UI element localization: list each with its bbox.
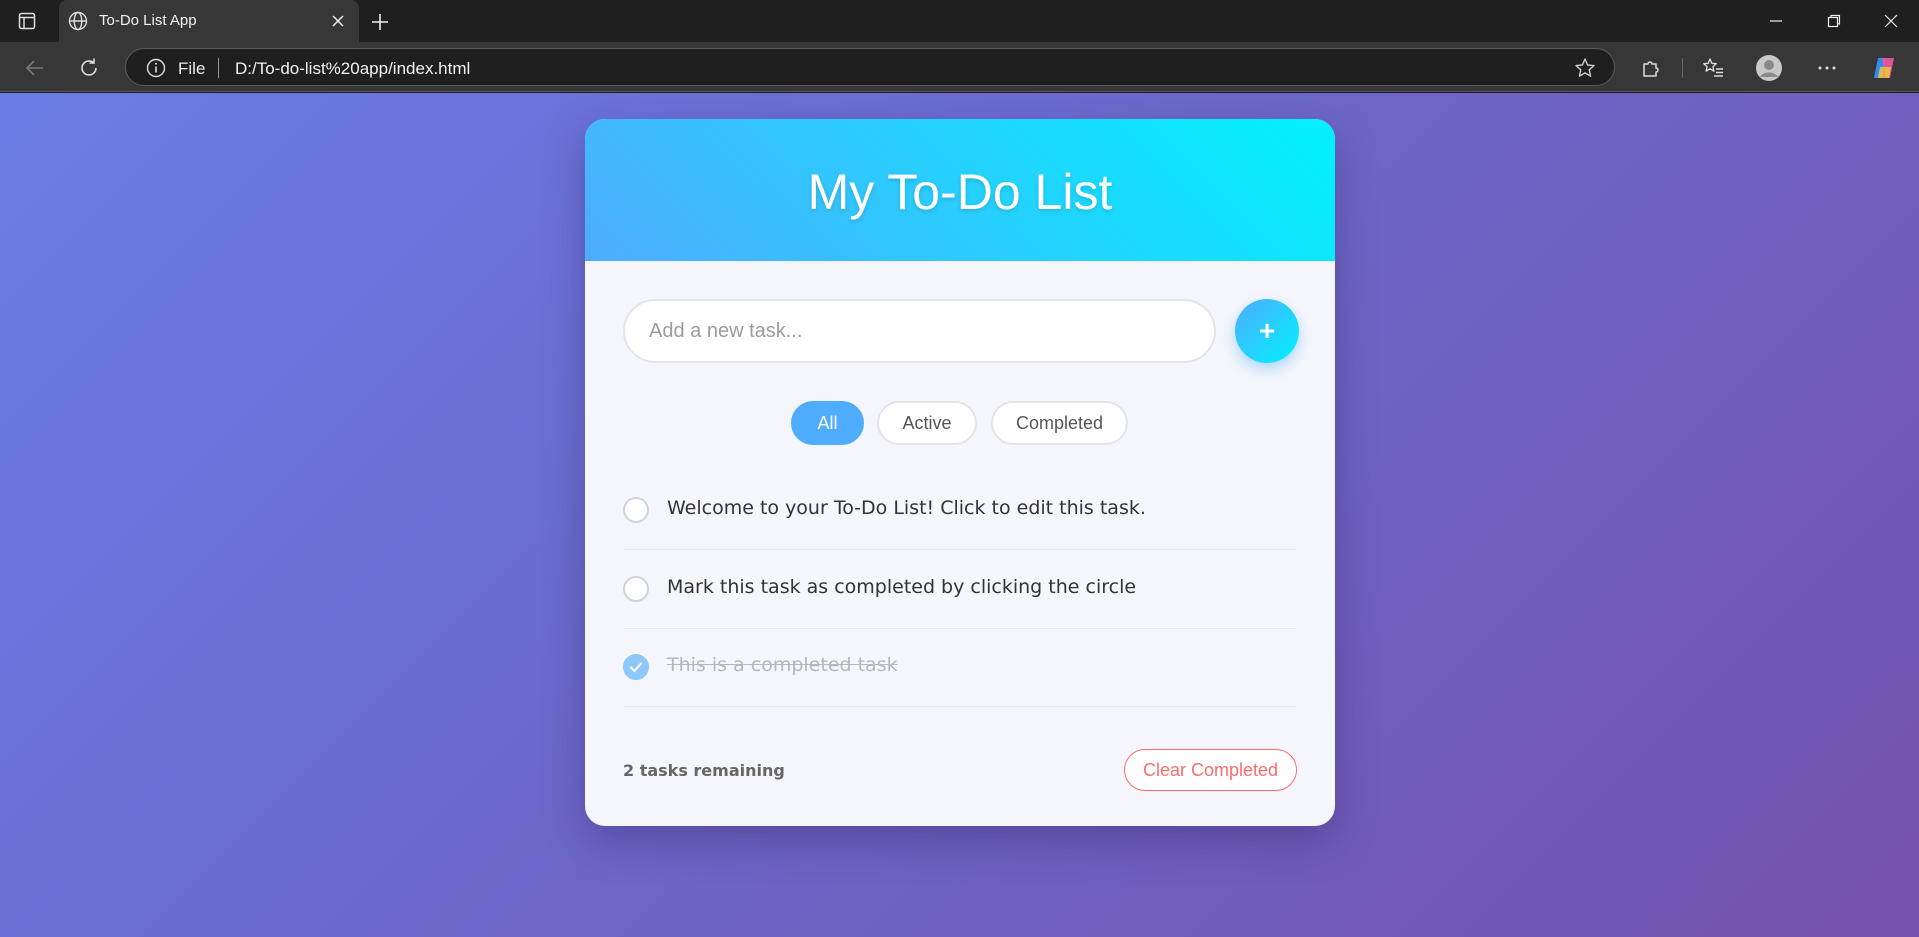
toolbar-separator bbox=[1682, 58, 1683, 78]
todo-card: My To-Do List + All Active Completed Wel… bbox=[585, 119, 1335, 826]
close-window-icon[interactable] bbox=[1876, 8, 1906, 34]
page-viewport: My To-Do List + All Active Completed Wel… bbox=[0, 93, 1919, 937]
info-icon[interactable] bbox=[146, 58, 166, 78]
task-checkbox[interactable] bbox=[623, 576, 649, 602]
address-bar[interactable]: File D:/To-do-list%20app/index.html bbox=[125, 48, 1615, 86]
restore-icon[interactable] bbox=[1819, 8, 1849, 34]
add-task-button[interactable]: + bbox=[1235, 299, 1299, 363]
tab-actions-icon[interactable] bbox=[16, 10, 38, 32]
task-item[interactable]: Mark this task as completed by clicking … bbox=[623, 551, 1297, 629]
clear-completed-button[interactable]: Clear Completed bbox=[1124, 749, 1297, 791]
browser-toolbar: File D:/To-do-list%20app/index.html bbox=[0, 42, 1919, 92]
address-separator bbox=[218, 58, 219, 78]
filter-all-button[interactable]: All bbox=[791, 401, 864, 445]
new-tab-icon[interactable] bbox=[368, 10, 392, 34]
close-tab-icon[interactable] bbox=[327, 10, 349, 32]
tab-title: To-Do List App bbox=[99, 12, 197, 29]
address-scheme: File bbox=[178, 59, 206, 78]
refresh-icon[interactable] bbox=[75, 54, 103, 82]
more-menu-icon[interactable] bbox=[1813, 54, 1841, 82]
favorites-icon[interactable] bbox=[1699, 54, 1727, 82]
copilot-icon[interactable] bbox=[1870, 54, 1898, 82]
globe-icon bbox=[67, 10, 89, 32]
extensions-icon[interactable] bbox=[1637, 54, 1665, 82]
minimize-icon[interactable] bbox=[1761, 8, 1791, 34]
card-header: My To-Do List bbox=[585, 119, 1335, 261]
filter-completed-button[interactable]: Completed bbox=[991, 401, 1128, 445]
task-item[interactable]: This is a completed task bbox=[623, 629, 1297, 707]
task-text[interactable]: Mark this task as completed by clicking … bbox=[667, 576, 1136, 598]
back-icon[interactable] bbox=[21, 54, 49, 82]
page-title: My To-Do List bbox=[807, 164, 1113, 220]
checkmark-icon bbox=[630, 662, 642, 672]
new-task-input[interactable] bbox=[623, 299, 1216, 363]
profile-avatar-icon[interactable] bbox=[1755, 54, 1783, 82]
browser-titlebar: To-Do List App bbox=[0, 0, 1919, 42]
task-text[interactable]: Welcome to your To-Do List! Click to edi… bbox=[667, 497, 1146, 519]
task-item[interactable]: Welcome to your To-Do List! Click to edi… bbox=[623, 472, 1297, 550]
filter-active-button[interactable]: Active bbox=[877, 401, 977, 445]
task-text-completed[interactable]: This is a completed task bbox=[667, 654, 898, 676]
address-url[interactable]: D:/To-do-list%20app/index.html bbox=[235, 59, 470, 79]
favorite-star-icon[interactable] bbox=[1574, 57, 1596, 79]
browser-tab[interactable]: To-Do List App bbox=[59, 0, 359, 42]
tasks-remaining-count: 2 tasks remaining bbox=[623, 761, 785, 780]
task-checkbox[interactable] bbox=[623, 497, 649, 523]
task-checkbox-checked[interactable] bbox=[623, 654, 649, 680]
